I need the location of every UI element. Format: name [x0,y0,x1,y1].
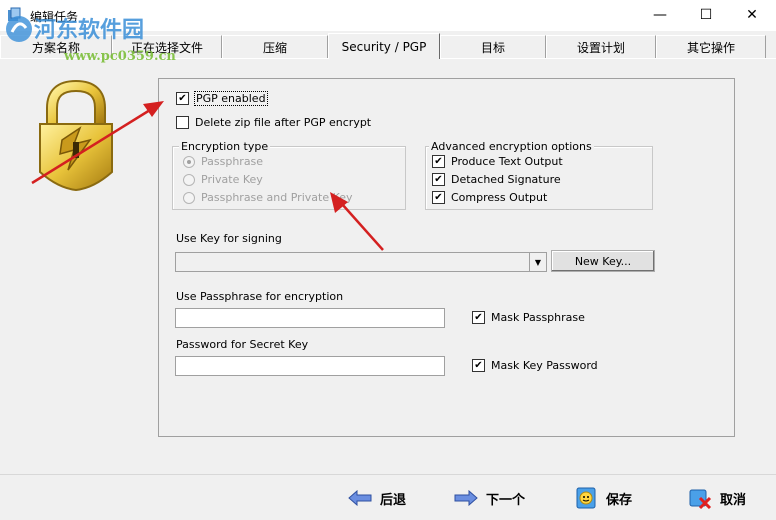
back-button[interactable]: 后退 [348,484,406,512]
maximize-button[interactable]: ☐ [683,0,729,30]
tab-schedule[interactable]: 设置计划 [546,35,656,58]
mask-key-password-checkbox[interactable]: ✔ Mask Key Password [472,359,598,372]
secret-key-password-input[interactable] [175,356,445,376]
padlock-icon [39,80,113,192]
produce-text-output-label: Produce Text Output [451,155,563,168]
save-button[interactable]: 保存 [574,484,632,512]
save-label: 保存 [606,492,633,508]
mask-passphrase-label: Mask Passphrase [491,311,585,324]
tab-compression[interactable]: 压缩 [222,35,328,58]
checkbox-box[interactable]: ✔ [176,92,189,105]
tab-security-pgp[interactable]: Security / PGP [328,33,440,59]
back-label: 后退 [380,492,407,508]
minimize-button[interactable]: — [637,0,683,30]
radio-private-key-label: Private Key [201,173,263,186]
passphrase-label: Use Passphrase for encryption [176,290,344,303]
radio-passphrase-label: Passphrase [201,155,264,168]
encryption-type-label: Encryption type [179,140,271,153]
advanced-options-label: Advanced encryption options [429,140,594,153]
passphrase-input[interactable] [175,308,445,328]
checkbox-box[interactable] [176,116,189,129]
signing-key-label: Use Key for signing [176,232,282,245]
tab-destination[interactable]: 目标 [440,35,546,58]
mask-passphrase-checkbox[interactable]: ✔ Mask Passphrase [472,311,585,324]
delete-zip-checkbox[interactable]: Delete zip file after PGP encrypt [176,116,371,129]
chevron-down-icon[interactable]: ▼ [529,253,546,271]
produce-text-output-checkbox[interactable]: ✔ Produce Text Output [432,155,563,168]
radio-passphrase-and-private-key[interactable]: Passphrase and Private Key [183,191,353,204]
arrow-left-icon [348,490,372,506]
pgp-enabled-checkbox[interactable]: ✔ PGP enabled [176,91,268,106]
detached-signature-label: Detached Signature [451,173,561,186]
compress-output-checkbox[interactable]: ✔ Compress Output [432,191,547,204]
detached-signature-checkbox[interactable]: ✔ Detached Signature [432,173,561,186]
mask-key-password-label: Mask Key Password [491,359,598,372]
checkbox-box[interactable]: ✔ [432,173,445,186]
checkbox-box[interactable]: ✔ [432,155,445,168]
watermark-logo-icon [6,16,32,42]
next-button[interactable]: 下一个 [454,484,525,512]
pgp-enabled-label: PGP enabled [194,91,268,106]
compress-output-label: Compress Output [451,191,548,204]
radio-button[interactable] [183,191,195,204]
radio-passphrase[interactable]: Passphrase [183,155,263,168]
arrow-right-icon [454,490,478,506]
save-icon [576,487,596,509]
watermark-url: www.pc0359.cn [64,49,176,64]
new-key-button[interactable]: New Key... [551,250,655,272]
footer-divider [0,474,776,475]
signing-key-dropdown[interactable]: ▼ [175,252,547,272]
delete-zip-label: Delete zip file after PGP encrypt [195,116,372,129]
radio-private-key[interactable]: Private Key [183,173,263,186]
checkbox-box[interactable]: ✔ [472,311,485,324]
checkbox-box[interactable]: ✔ [472,359,485,372]
checkbox-box[interactable]: ✔ [432,191,445,204]
close-button[interactable]: ✕ [729,0,775,30]
next-label: 下一个 [486,492,526,508]
tab-other-actions[interactable]: 其它操作 [656,35,766,58]
watermark-text: 河东软件园 [34,17,145,43]
radio-button[interactable] [183,173,195,186]
cancel-button[interactable]: 取消 [688,484,746,512]
secret-key-password-label: Password for Secret Key [176,338,309,351]
radio-both-label: Passphrase and Private Key [201,191,353,204]
cancel-icon [689,489,712,510]
cancel-label: 取消 [720,492,747,508]
radio-button[interactable] [183,155,195,168]
